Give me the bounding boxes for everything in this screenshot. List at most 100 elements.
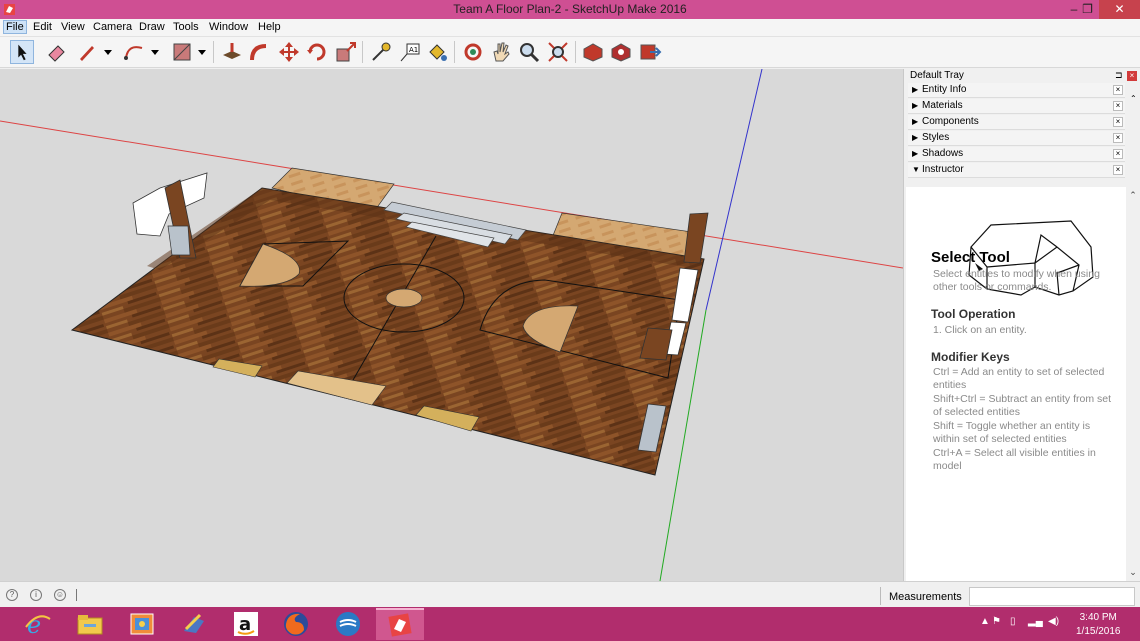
photos-app-icon[interactable] xyxy=(118,608,166,640)
clock-time: 3:40 PM xyxy=(1079,612,1117,623)
panel-close-icon[interactable]: × xyxy=(1113,133,1123,143)
zoom-extents-tool-icon[interactable] xyxy=(546,40,570,64)
panel-close-icon[interactable]: × xyxy=(1113,149,1123,159)
rotate-tool-icon[interactable] xyxy=(305,40,329,64)
toolbar-separator xyxy=(454,41,455,63)
eraser-tool-icon[interactable] xyxy=(45,40,69,64)
extension-warehouse-icon[interactable] xyxy=(609,40,633,64)
close-button[interactable]: ✕ xyxy=(1099,0,1140,19)
internet-explorer-icon[interactable]: e xyxy=(14,608,62,640)
toolbar-separator xyxy=(362,41,363,63)
sketchup-taskbar-icon[interactable] xyxy=(376,608,424,640)
tool-operation-heading: Tool Operation xyxy=(931,307,1016,321)
system-clock[interactable]: 3:40 PM 1/15/2016 xyxy=(1076,611,1121,639)
panel-label: Materials xyxy=(922,100,963,111)
instructor-title: Select Tool xyxy=(931,249,1010,266)
toolbar-separator xyxy=(575,41,576,63)
volume-icon[interactable]: ◀) xyxy=(1048,616,1059,627)
clock-date: 1/15/2016 xyxy=(1076,626,1121,637)
pencil-tool-icon[interactable] xyxy=(75,40,103,64)
instructor-scrollbar[interactable]: ⌃ ⌄ xyxy=(1127,187,1139,581)
tray-scroll-up-icon[interactable]: ⌃ xyxy=(1130,94,1137,103)
menu-draw[interactable]: Draw xyxy=(139,21,165,33)
title-bar: Team A Floor Plan-2 - SketchUp Make 2016… xyxy=(0,0,1140,19)
panel-styles[interactable]: ▶ Styles × xyxy=(908,131,1125,146)
info-icon[interactable]: i xyxy=(30,589,42,601)
tape-measure-tool-icon[interactable] xyxy=(369,40,393,64)
panel-materials[interactable]: ▶ Materials × xyxy=(908,99,1125,114)
panel-label: Entity Info xyxy=(922,84,967,95)
pencil-dropdown-icon[interactable] xyxy=(101,40,115,64)
3d-warehouse-icon[interactable] xyxy=(581,40,605,64)
pan-tool-icon[interactable] xyxy=(489,40,513,64)
file-explorer-icon[interactable] xyxy=(66,608,114,640)
menu-view[interactable]: View xyxy=(61,21,85,33)
follow-me-tool-icon[interactable] xyxy=(248,40,272,64)
menu-window[interactable]: Window xyxy=(209,21,248,33)
modifier-key-shift: Shift = Toggle whether an entity is with… xyxy=(933,420,1091,446)
panel-entity-info[interactable]: ▶ Entity Info × xyxy=(908,83,1125,98)
menu-file[interactable]: File xyxy=(3,20,27,34)
status-bar: ? i ☺ Measurements xyxy=(0,581,1140,607)
amazon-app-icon[interactable]: a xyxy=(222,608,270,640)
3d-viewport[interactable] xyxy=(0,69,903,581)
panel-close-icon[interactable]: × xyxy=(1113,117,1123,127)
tool-operation-step: 1. Click on an entity. xyxy=(933,324,1027,336)
panel-close-icon[interactable]: × xyxy=(1113,85,1123,95)
tray-pin-icon[interactable]: ⊐ xyxy=(1115,70,1123,81)
tray-title: Default Tray xyxy=(910,70,964,81)
select-tool-icon[interactable] xyxy=(10,40,34,64)
scale-tool-icon[interactable] xyxy=(334,40,358,64)
paint-bucket-tool-icon[interactable] xyxy=(425,40,449,64)
toolbar: A1 xyxy=(0,37,1140,68)
battery-icon[interactable]: ▯ xyxy=(1010,616,1016,627)
network-icon[interactable]: ▂▄ xyxy=(1028,616,1043,627)
svg-text:A1: A1 xyxy=(409,46,418,54)
text-tool-icon[interactable]: A1 xyxy=(398,40,422,64)
user-icon[interactable]: ☺ xyxy=(54,589,66,601)
paint-app-icon[interactable] xyxy=(170,608,218,640)
panel-label: Shadows xyxy=(922,148,964,159)
scroll-up-icon[interactable]: ⌃ xyxy=(1127,190,1139,201)
expand-arrow-icon: ▶ xyxy=(912,85,919,94)
scroll-down-icon[interactable]: ⌄ xyxy=(1127,567,1139,578)
orbit-tool-icon[interactable] xyxy=(461,40,485,64)
blue-axis xyxy=(705,69,763,311)
panel-components[interactable]: ▶ Components × xyxy=(908,115,1125,130)
window-title: Team A Floor Plan-2 - SketchUp Make 2016 xyxy=(453,2,687,16)
instructor-content: Select Tool Select entities to modify wh… xyxy=(906,187,1126,582)
shape-dropdown-icon[interactable] xyxy=(195,40,209,64)
measurements-input[interactable] xyxy=(969,587,1135,606)
panel-shadows[interactable]: ▶ Shadows × xyxy=(908,147,1125,162)
modifier-key-shift-ctrl: Shift+Ctrl = Subtract an entity from set… xyxy=(933,393,1111,419)
model-scene xyxy=(0,69,903,581)
menu-bar: File Edit View Camera Draw Tools Window … xyxy=(0,19,1140,37)
menu-tools[interactable]: Tools xyxy=(173,21,199,33)
storage-app-icon[interactable] xyxy=(324,608,372,640)
panel-close-icon[interactable]: × xyxy=(1113,101,1123,111)
expand-arrow-icon: ▶ xyxy=(912,117,919,126)
restore-button[interactable]: ❐ xyxy=(1076,0,1099,19)
tray-close-icon[interactable]: × xyxy=(1127,71,1137,81)
show-hidden-icons[interactable]: ▲ xyxy=(980,616,990,627)
windows-taskbar: e a ▲ ⚑ ▯ ▂▄ ◀) 3:40 PM 1/15/2016 xyxy=(0,607,1140,641)
panel-instructor[interactable]: ▼ Instructor × xyxy=(908,163,1125,178)
action-center-icon[interactable]: ⚑ xyxy=(992,616,1001,627)
collapse-arrow-icon: ▼ xyxy=(912,165,920,174)
arc-tool-icon[interactable] xyxy=(122,40,146,64)
firefox-icon[interactable] xyxy=(272,608,320,640)
zoom-tool-icon[interactable] xyxy=(517,40,541,64)
arc-dropdown-icon[interactable] xyxy=(148,40,162,64)
push-pull-tool-icon[interactable] xyxy=(220,40,244,64)
panel-label: Components xyxy=(922,116,979,127)
panel-close-icon[interactable]: × xyxy=(1113,165,1123,175)
shape-tool-icon[interactable] xyxy=(170,40,194,64)
status-separator xyxy=(76,589,77,601)
menu-camera[interactable]: Camera xyxy=(93,21,132,33)
move-tool-icon[interactable] xyxy=(277,40,301,64)
menu-edit[interactable]: Edit xyxy=(33,21,52,33)
panel-label: Instructor xyxy=(922,164,964,175)
geo-location-icon[interactable]: ? xyxy=(6,589,18,601)
share-model-icon[interactable] xyxy=(638,40,662,64)
menu-help[interactable]: Help xyxy=(258,21,281,33)
